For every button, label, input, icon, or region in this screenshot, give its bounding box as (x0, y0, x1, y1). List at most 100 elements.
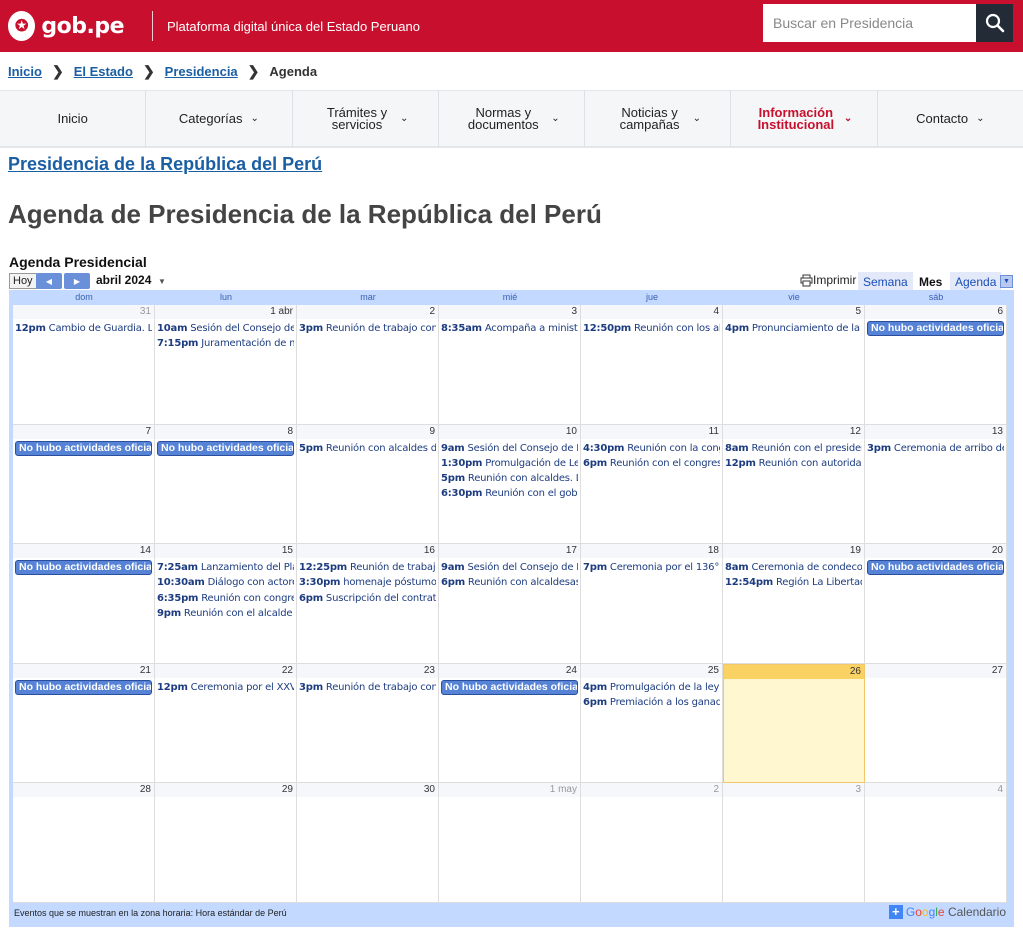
day-cell[interactable]: 14 No hubo actividades oficiale (13, 544, 155, 664)
nav-item-informacion[interactable]: Información Institucional ⌄ (731, 91, 878, 146)
day-cell[interactable]: 3 (723, 783, 865, 903)
day-number[interactable]: 23 (297, 663, 438, 678)
google-calendar-badge[interactable]: + Google Calendario (888, 905, 1006, 919)
calendar-event[interactable]: 5pm Reunión con alcaldes de (299, 442, 436, 455)
day-cell[interactable]: 25 4pm Promulgación de la ley d 6pm Premia… (581, 663, 723, 784)
all-day-event[interactable]: No hubo actividades oficiale (15, 440, 152, 456)
day-number[interactable]: 7 (13, 424, 154, 439)
day-cell[interactable]: 18 7pm Ceremonia por el 136° (581, 544, 723, 664)
all-day-event[interactable]: No hubo actividades oficiale (157, 440, 294, 456)
day-number[interactable]: 28 (13, 783, 154, 798)
calendar-event[interactable]: 12:50pm Reunión con los alca (583, 322, 720, 335)
day-number[interactable]: 18 (581, 544, 722, 559)
day-number[interactable]: 13 (865, 424, 1006, 439)
day-number[interactable]: 9 (297, 424, 438, 439)
day-number[interactable]: 20 (865, 544, 1006, 559)
nav-item-contacto[interactable]: Contacto ⌄ (878, 91, 1023, 146)
prev-month-button[interactable]: ◀ (36, 273, 62, 289)
day-cell[interactable]: 2 3pm Reunión de trabajo con (297, 305, 439, 425)
all-day-event[interactable]: No hubo actividades oficiale (15, 679, 152, 695)
calendar-event[interactable]: 12:25pm Reunión de trabajo c (299, 561, 436, 574)
day-number[interactable]: 3 (723, 783, 864, 798)
day-number[interactable]: 15 (155, 544, 296, 559)
day-number[interactable]: 10 (439, 424, 580, 439)
calendar-event[interactable]: 6:30pm Reunión con el gober (441, 487, 578, 500)
day-cell[interactable]: 12 8am Reunión con el presiden 12pm Reunió… (723, 424, 865, 545)
calendar-event[interactable]: 5pm Reunión con alcaldes. L (441, 472, 578, 485)
day-cell[interactable]: 4 12:50pm Reunión con los alca (581, 305, 723, 425)
calendar-event[interactable]: 1:30pm Promulgación de Ley (441, 457, 578, 470)
calendar-event[interactable]: 6:35pm Reunión con congres (157, 592, 294, 605)
nav-item-normas[interactable]: Normas y documentos ⌄ (439, 91, 586, 146)
day-number[interactable]: 17 (439, 544, 580, 559)
breadcrumb-inicio[interactable]: Inicio (8, 64, 42, 79)
day-number[interactable]: 22 (155, 663, 296, 678)
day-cell[interactable]: 4 (865, 783, 1007, 903)
day-number[interactable]: 27 (865, 663, 1006, 678)
calendar-event[interactable]: 6pm Premiación a los ganado (583, 696, 720, 709)
day-number[interactable]: 12 (723, 424, 864, 439)
day-number[interactable]: 24 (439, 663, 580, 678)
calendar-event[interactable]: 8am Ceremonia de condecor (725, 561, 862, 574)
print-button[interactable]: Imprimir (800, 273, 856, 287)
day-cell[interactable]: 9 5pm Reunión con alcaldes de (297, 424, 439, 545)
search-button[interactable] (976, 4, 1013, 42)
view-tab-semana[interactable]: Semana (858, 272, 913, 292)
calendar-event[interactable]: 7pm Ceremonia por el 136° (583, 561, 720, 574)
day-number[interactable]: 31 (13, 305, 154, 319)
day-number[interactable]: 8 (155, 424, 296, 439)
presidencia-link[interactable]: Presidencia de la República del Perú (8, 154, 1023, 175)
day-cell[interactable]: 19 8am Ceremonia de condecor 12:54pm Regió… (723, 544, 865, 664)
day-cell[interactable]: 21 No hubo actividades oficiale (13, 663, 155, 784)
day-number[interactable]: 2 (297, 305, 438, 319)
day-cell[interactable]: 3 8:35am Acompaña a ministro (439, 305, 581, 425)
calendar-event[interactable]: 12:54pm Región La Libertad: (725, 576, 862, 589)
day-number[interactable]: 21 (13, 663, 154, 678)
nav-item-noticias[interactable]: Noticias y campañas ⌄ (585, 91, 732, 146)
day-cell[interactable]: 30 (297, 783, 439, 903)
calendar-event[interactable]: 10am Sesión del Consejo de (157, 322, 294, 335)
day-number[interactable]: 30 (297, 783, 438, 798)
day-cell[interactable]: 11 4:30pm Reunión con la congr 6pm Reunión… (581, 424, 723, 545)
day-cell[interactable]: 2 (581, 783, 723, 903)
month-picker-caret-icon[interactable]: ▼ (158, 277, 166, 286)
day-cell[interactable]: 8 No hubo actividades oficiale (155, 424, 297, 545)
day-number[interactable]: 4 (581, 305, 722, 319)
day-cell[interactable]: 31 12pm Cambio de Guardia. Lu (13, 305, 155, 425)
view-tab-mes[interactable]: Mes (914, 272, 948, 292)
day-cell[interactable]: 1 abr 10am Sesión del Consejo de 7:15pm Ju… (155, 305, 297, 425)
today-button[interactable]: Hoy (9, 273, 37, 289)
calendar-event[interactable]: 10:30am Diálogo con actores (157, 576, 294, 589)
calendar-event[interactable]: 4:30pm Reunión con la congr (583, 442, 720, 455)
day-number[interactable]: 2 (581, 783, 722, 798)
calendar-event[interactable]: 8:35am Acompaña a ministro (441, 322, 578, 335)
day-number[interactable]: 25 (581, 663, 722, 678)
calendar-event[interactable]: 12pm Reunión con autoridad (725, 457, 862, 470)
all-day-event[interactable]: No hubo actividades oficiale (441, 679, 578, 695)
calendar-event[interactable]: 9am Sesión del Consejo de M (441, 442, 578, 455)
calendar-event[interactable]: 4pm Promulgación de la ley d (583, 681, 720, 694)
all-day-event[interactable]: No hubo actividades oficiale (867, 321, 1004, 336)
all-day-event[interactable]: No hubo actividades oficiale (15, 560, 152, 576)
calendar-event[interactable]: 12pm Ceremonia por el XXVI (157, 681, 294, 694)
breadcrumb-presidencia[interactable]: Presidencia (165, 64, 238, 79)
calendar-event[interactable]: 7:15pm Juramentación de mi (157, 337, 294, 350)
day-cell[interactable]: 23 3pm Reunión de trabajo con (297, 663, 439, 784)
day-number[interactable]: 14 (13, 544, 154, 559)
day-number[interactable]: 11 (581, 424, 722, 439)
day-cell[interactable]: 27 (865, 663, 1007, 784)
day-number[interactable]: 6 (865, 305, 1006, 319)
day-cell[interactable]: 22 12pm Ceremonia por el XXVI (155, 663, 297, 784)
calendar-event[interactable]: 6pm Suscripción del contrato (299, 592, 436, 605)
day-cell[interactable]: 7 No hubo actividades oficiale (13, 424, 155, 545)
day-cell[interactable]: 6 No hubo actividades oficiale (865, 305, 1007, 425)
day-cell[interactable]: 26 (723, 663, 865, 784)
day-number[interactable]: 4 (865, 783, 1006, 798)
nav-item-categorias[interactable]: Categorías ⌄ (146, 91, 293, 146)
calendar-event[interactable]: 6pm Reunión con alcaldesas (441, 576, 578, 589)
day-cell[interactable]: 1 may (439, 783, 581, 903)
calendar-event[interactable]: 8am Reunión con el presiden (725, 442, 862, 455)
day-cell[interactable]: 15 7:25am Lanzamiento del Plan 10:30am Diá… (155, 544, 297, 664)
view-dropdown-icon[interactable]: ▼ (1000, 275, 1013, 288)
day-cell[interactable]: 20 No hubo actividades oficiale (865, 544, 1007, 664)
